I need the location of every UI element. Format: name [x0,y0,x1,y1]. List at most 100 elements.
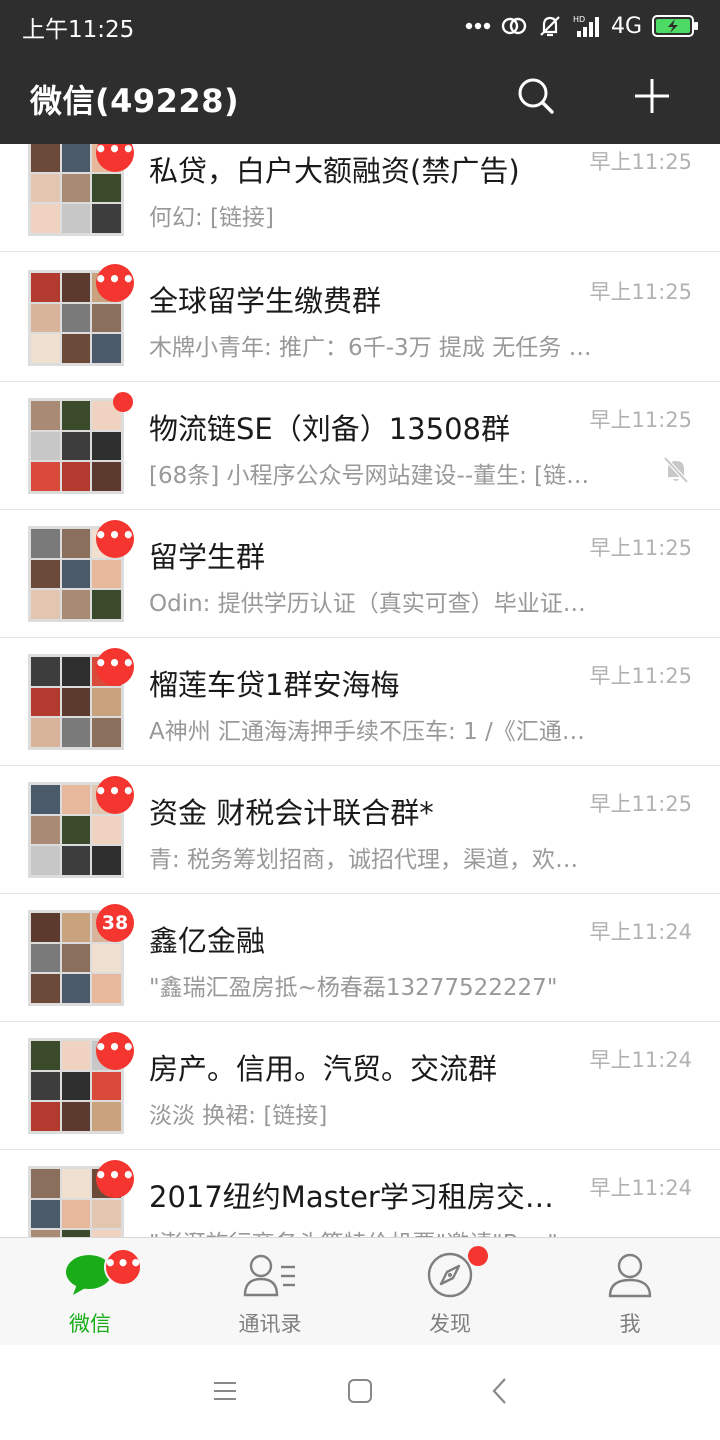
battery-charging-icon [652,14,700,38]
chat-time: 早上11:24 [589,1176,692,1200]
avatar-tile [92,815,121,845]
svg-text:HD: HD [573,15,585,24]
chat-preview: Odin: 提供学历认证（真实可查）毕业证成绩单 [149,591,597,617]
home-button[interactable] [340,1373,380,1413]
tab-contacts-label: 通讯录 [238,1312,302,1336]
tab-chats-badge: ••• [104,1248,142,1286]
chat-row[interactable]: ••• 私贷，白户大额融资(禁广告) 早上11:25 何幻: [链接] [0,144,720,252]
avatar-tile [92,1102,121,1131]
chat-row[interactable]: ••• 榴莲车贷1群安海梅 早上11:25 A神州 汇通海涛押手续不压车: 1 /《汇… [0,638,720,766]
avatar-tile [61,173,91,203]
avatar-tile [61,913,91,942]
avatar-tile [92,974,121,1003]
page-title: 微信(49228) [30,82,240,120]
avatar-tile [31,943,60,973]
avatar-tile [61,846,91,875]
avatar-tile [61,334,91,363]
avatar-tile [61,1230,91,1237]
status-icons: HD 4G [465,10,700,42]
tab-discover[interactable]: 发现 [360,1238,540,1346]
unread-badge: ••• [94,648,135,686]
chat-row[interactable]: ••• 2017纽约Master学习租房交流群早上11:24 "澎湃旅行商务头等特价… [0,1150,720,1237]
chat-row[interactable]: 38 鑫亿金融 早上11:24 "鑫瑞汇盈房抵~杨春磊13277522227" [0,894,720,1022]
avatar-tile [31,303,60,333]
avatar-tile [61,1041,91,1070]
avatar-tile [31,590,60,619]
tab-chats[interactable]: ••• 微信 [0,1238,180,1346]
avatar-tile [61,529,91,558]
sync-icon [501,14,527,38]
unread-badge: ••• [94,1032,135,1070]
search-button[interactable] [508,70,564,126]
tab-me[interactable]: 我 [540,1238,720,1346]
unread-dot [113,392,133,412]
avatar-tile [92,431,121,461]
unread-badge: ••• [94,520,135,558]
avatar-tile [31,273,60,302]
avatar-tile [61,718,91,747]
status-bar: 上午11:25 HD 4G [0,0,720,52]
more-dots-icon [465,22,491,30]
avatar-tile [31,657,60,686]
menu-button[interactable] [205,1373,245,1413]
app-header: 微信(49228) [0,52,720,144]
avatar-tile [31,1071,60,1101]
chat-preview: "澎湃旅行商务头等特价机票"邀请"Ben"加入了群聊 [149,1224,597,1237]
tab-discover-label: 发现 [429,1312,471,1336]
avatar-tile [61,590,91,619]
avatar-tile [61,1102,91,1131]
chat-name: 鑫亿金融 [149,924,266,958]
chat-name: 榴莲车贷1群安海梅 [149,668,400,702]
avatar-tile [92,303,121,333]
avatar-tile [92,718,121,747]
avatar-tile [92,173,121,203]
avatar-tile [31,1102,60,1131]
avatar-tile [31,1230,60,1237]
chat-row[interactable]: ••• 资金 财税会计联合群* 早上11:25 青: 税务筹划招商，诚招代理，渠道，欢… [0,766,720,894]
group-avatar [28,398,124,494]
status-time: 上午11:25 [22,17,135,43]
avatar-tile [31,401,60,430]
avatar-tile [61,785,91,814]
avatar-tile [92,943,121,973]
avatar-tile [31,846,60,875]
plus-icon [632,76,672,120]
avatar-tile [92,559,121,589]
chat-preview: 青: 税务筹划招商，诚招代理，渠道，欢迎合作 [149,847,597,873]
avatar-tile [92,590,121,619]
mute-bell-icon [660,454,692,490]
chat-preview: 淡淡 换裙: [链接] [149,1103,328,1129]
chat-time: 早上11:25 [589,792,692,816]
chat-preview: 木牌小青年: 推广：6千-3万 提成 无任务 时间自由 欢迎咨询 [149,335,597,361]
mute-alarm-icon [537,13,563,39]
chat-row[interactable]: ••• 全球留学生缴费群 早上11:25 木牌小青年: 推广：6千-3万 提成 无任务… [0,254,720,382]
chat-time: 早上11:24 [589,1048,692,1072]
add-button[interactable] [624,70,680,126]
back-chevron-icon [490,1377,510,1409]
hd-signal-icon: HD [573,14,601,38]
chat-row[interactable]: 物流链SE（刘备）13508群 早上11:25 [68条] 小程序公众号网站建设--… [0,382,720,510]
avatar-tile [31,913,60,942]
chat-row[interactable]: ••• 房产。信用。汽贸。交流群 早上11:24 淡淡 换裙: [链接] [0,1022,720,1150]
chat-list[interactable]: ••• 私贷，白户大额融资(禁广告) 早上11:25 何幻: [链接] ••• 全球留学生… [0,144,720,1237]
tab-contacts[interactable]: 通讯录 [180,1238,360,1346]
avatar-tile [31,173,60,203]
avatar-tile [61,815,91,845]
chat-preview: [68条] 小程序公众号网站建设--董生: [链接] [149,463,597,489]
avatar-tile [61,144,91,172]
chat-preview: "鑫瑞汇盈房抵~杨春磊13277522227" [149,975,558,1001]
avatar-tile [31,144,60,172]
avatar-tile [31,815,60,845]
avatar-tile [92,846,121,875]
avatar-tile [61,273,91,302]
avatar-tile [92,1071,121,1101]
avatar-tile [61,974,91,1003]
chat-name: 全球留学生缴费群 [149,284,382,318]
back-button[interactable] [480,1373,520,1413]
avatar-tile [31,785,60,814]
avatar-tile [61,462,91,491]
chat-row[interactable]: ••• 留学生群 早上11:25 Odin: 提供学历认证（真实可查）毕业证成绩单 [0,510,720,638]
avatar-tile [61,204,91,233]
chat-time: 早上11:25 [589,408,692,432]
tab-discover-dot [468,1246,488,1266]
